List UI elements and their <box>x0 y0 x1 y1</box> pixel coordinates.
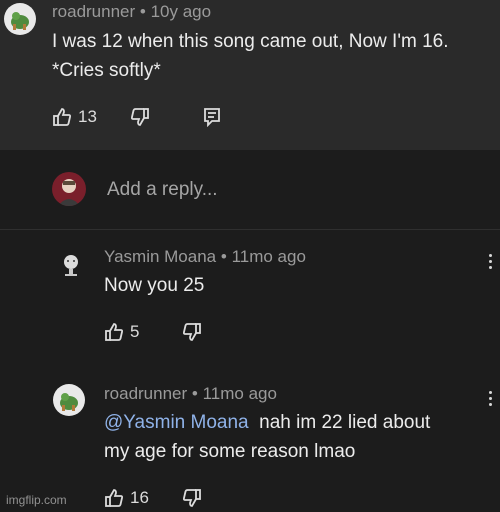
thumbs-up-icon <box>104 322 124 342</box>
reply-text: Now you 25 <box>104 275 205 296</box>
reply-meta: Yasmin Moana • 11mo ago <box>104 247 306 267</box>
meta-separator: • <box>139 2 146 21</box>
more-options-icon[interactable] <box>489 254 493 272</box>
like-count: 5 <box>130 322 140 341</box>
dislike-button[interactable] <box>182 488 202 508</box>
thumbs-down-icon <box>182 322 202 342</box>
divider <box>0 229 500 230</box>
reply-author[interactable]: roadrunner <box>104 384 187 403</box>
avatar[interactable] <box>56 250 86 280</box>
comment-text: I was 12 when this song came out, Now I'… <box>52 31 449 81</box>
like-button[interactable]: 5 <box>104 322 139 342</box>
comment-author[interactable]: roadrunner <box>52 2 135 21</box>
more-options-icon[interactable] <box>489 391 493 409</box>
meta-separator: • <box>191 384 198 403</box>
reply-button[interactable] <box>203 107 221 127</box>
reply-input[interactable]: Add a reply... <box>107 179 218 201</box>
comment-timestamp[interactable]: 10y ago <box>151 2 212 21</box>
user-mention-link[interactable]: @Yasmin Moana <box>104 412 249 433</box>
reply-text-first-line: nah im 22 lied about <box>259 412 431 433</box>
dislike-button[interactable] <box>182 322 202 342</box>
reply-timestamp[interactable]: 11mo ago <box>203 384 277 403</box>
watermark: imgflip.com <box>6 493 67 507</box>
comment-reply-icon <box>203 107 221 127</box>
reply-author[interactable]: Yasmin Moana <box>104 247 216 266</box>
like-button[interactable]: 16 <box>104 488 149 508</box>
reply-text-second-line: my age for some reason lmao <box>104 441 356 462</box>
avatar[interactable] <box>4 3 36 35</box>
like-count: 16 <box>130 488 149 507</box>
reply-timestamp[interactable]: 11mo ago <box>232 247 306 266</box>
like-button[interactable]: 13 <box>52 107 97 127</box>
thumbs-up-icon <box>52 107 72 127</box>
reply-text: @Yasmin Moana nah im 22 lied about my ag… <box>104 408 484 466</box>
reply-meta: roadrunner • 11mo ago <box>104 384 277 404</box>
comment-meta: roadrunner • 10y ago <box>52 2 211 22</box>
like-count: 13 <box>78 107 97 126</box>
thumbs-down-icon <box>182 488 202 508</box>
thumbs-down-icon <box>130 107 150 127</box>
avatar[interactable] <box>53 384 85 416</box>
current-user-avatar <box>52 172 86 206</box>
dislike-button[interactable] <box>130 107 150 127</box>
meta-separator: • <box>220 247 227 266</box>
thumbs-up-icon <box>104 488 124 508</box>
